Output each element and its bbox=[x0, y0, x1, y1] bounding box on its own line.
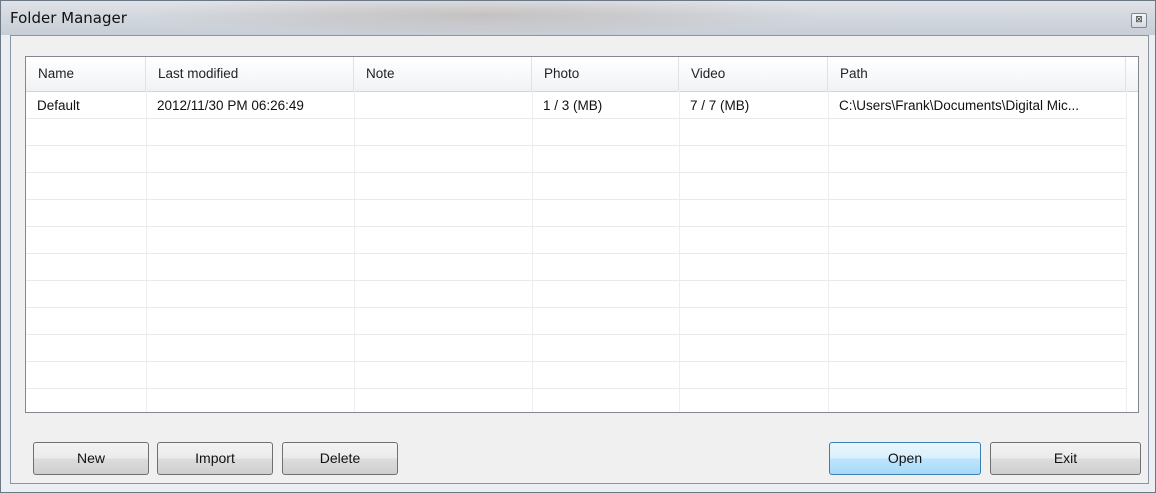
column-header-video[interactable]: Video bbox=[679, 57, 828, 91]
empty-row bbox=[26, 227, 1126, 254]
window-title: Folder Manager bbox=[10, 9, 127, 27]
exit-button[interactable]: Exit bbox=[990, 442, 1141, 475]
folder-list[interactable]: Name Last modified Note Photo Video Path… bbox=[25, 56, 1139, 413]
open-button[interactable]: Open bbox=[829, 442, 981, 475]
empty-row bbox=[26, 362, 1126, 389]
empty-row bbox=[26, 389, 1126, 412]
empty-row bbox=[26, 200, 1126, 227]
cell-photo: 1 / 3 (MB) bbox=[543, 98, 603, 113]
new-button[interactable]: New bbox=[33, 442, 149, 475]
column-header-note[interactable]: Note bbox=[354, 57, 532, 91]
empty-row bbox=[26, 173, 1126, 200]
folder-manager-window: Folder Manager ⊠ Name Last modified Note… bbox=[0, 0, 1156, 493]
empty-row bbox=[26, 335, 1126, 362]
cell-video: 7 / 7 (MB) bbox=[690, 98, 750, 113]
empty-row bbox=[26, 308, 1126, 335]
cell-last-modified: 2012/11/30 PM 06:26:49 bbox=[157, 98, 304, 113]
title-bar[interactable]: Folder Manager ⊠ bbox=[1, 1, 1155, 35]
column-divider bbox=[1126, 91, 1127, 412]
cell-path: C:\Users\Frank\Documents\Digital Mic... bbox=[839, 98, 1080, 113]
cell-name: Default bbox=[37, 98, 80, 113]
column-header-path[interactable]: Path bbox=[828, 57, 1126, 91]
empty-row bbox=[26, 254, 1126, 281]
column-header-last-modified[interactable]: Last modified bbox=[146, 57, 354, 91]
column-header-name[interactable]: Name bbox=[26, 57, 146, 91]
list-header: Name Last modified Note Photo Video Path bbox=[26, 57, 1138, 92]
empty-row bbox=[26, 146, 1126, 173]
empty-row bbox=[26, 119, 1126, 146]
close-icon[interactable]: ⊠ bbox=[1131, 13, 1147, 28]
cell-note bbox=[354, 92, 532, 119]
dialog-body: Name Last modified Note Photo Video Path… bbox=[10, 35, 1149, 484]
empty-row bbox=[26, 281, 1126, 308]
import-button[interactable]: Import bbox=[157, 442, 273, 475]
delete-button[interactable]: Delete bbox=[282, 442, 398, 475]
column-header-photo[interactable]: Photo bbox=[532, 57, 679, 91]
table-row[interactable]: Default 2012/11/30 PM 06:26:49 1 / 3 (MB… bbox=[26, 92, 1126, 119]
